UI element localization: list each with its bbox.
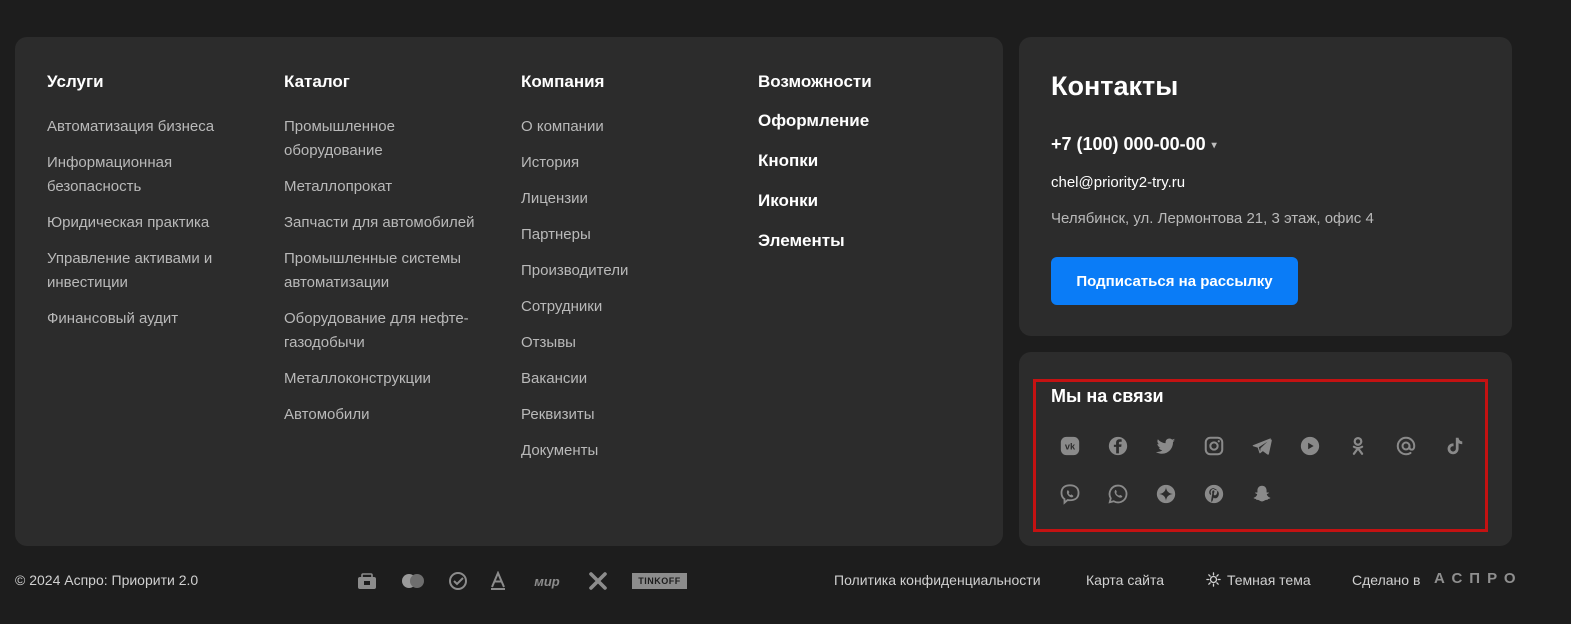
sbp-icon [448, 570, 468, 592]
services-link[interactable]: Финансовый аудит [47, 307, 257, 331]
company-link[interactable]: О компании [521, 115, 731, 139]
company-link[interactable]: История [521, 151, 731, 175]
theme-label[interactable]: Темная тема [1227, 572, 1311, 588]
catalog-link[interactable]: Автомобили [284, 403, 489, 427]
features-link[interactable]: Кнопки [758, 149, 968, 173]
sun-icon [1206, 572, 1221, 590]
company-link[interactable]: Партнеры [521, 223, 731, 247]
contacts-panel: Контакты +7 (100) 000-00-00 ▾ chel@priori… [1019, 37, 1512, 336]
phone-number[interactable]: +7 (100) 000-00-00 [1051, 134, 1206, 154]
pinterest-icon[interactable] [1200, 480, 1228, 508]
privacy-link[interactable]: Политика конфиденциальности [834, 572, 1041, 588]
social-title: Мы на связи [1051, 386, 1164, 406]
catalog-link[interactable]: Металлопрокат [284, 175, 489, 199]
svg-text:vk: vk [1065, 442, 1076, 452]
odnoklassniki-icon[interactable] [1344, 432, 1372, 460]
social-panel: Мы на связи vk [1019, 352, 1512, 546]
visa-icon [357, 570, 377, 592]
instagram-icon[interactable] [1200, 432, 1228, 460]
snapchat-icon[interactable] [1248, 480, 1276, 508]
address-text: Челябинск, ул. Лермонтова 21, 3 этаж, оф… [1051, 210, 1374, 227]
subscribe-button[interactable]: Подписаться на рассылку [1051, 257, 1298, 305]
services-link[interactable]: Информационная безопасность [47, 151, 257, 199]
footer-links-panel: Услуги Автоматизация бизнеса Информацион… [15, 37, 1003, 546]
theme-toggle[interactable]: Темная тема [1206, 572, 1311, 590]
whatsapp-icon[interactable] [1104, 480, 1132, 508]
tiktok-icon[interactable] [1440, 432, 1468, 460]
alfa-icon [490, 570, 506, 592]
catalog-link[interactable]: Запчасти для автомобилей [284, 211, 489, 235]
catalog-link[interactable]: Промышленное оборудование [284, 115, 489, 163]
copyright-text: © 2024 Аспро: Приорити 2.0 [15, 572, 199, 588]
contacts-title: Контакты [1051, 71, 1179, 101]
youtube-icon[interactable] [1296, 432, 1324, 460]
features-link[interactable]: Иконки [758, 189, 968, 213]
company-link[interactable]: Сотрудники [521, 295, 731, 319]
services-link[interactable]: Управление активами и инвестиции [47, 247, 257, 295]
features-link[interactable]: Оформление [758, 109, 968, 133]
company-heading[interactable]: Компания [521, 69, 731, 95]
features-heading[interactable]: Возможности [758, 69, 968, 95]
made-by-text: Сделано в [1352, 572, 1421, 588]
company-column: Компания О компании История Лицензии Пар… [521, 69, 731, 475]
facebook-icon[interactable] [1104, 432, 1132, 460]
mir-logo: мир [534, 573, 560, 589]
services-column: Услуги Автоматизация бизнеса Информацион… [47, 69, 257, 343]
email-link[interactable]: chel@priority2-try.ru [1051, 174, 1185, 191]
services-heading[interactable]: Услуги [47, 69, 257, 95]
services-link[interactable]: Юридическая практика [47, 211, 257, 235]
sitemap-link[interactable]: Карта сайта [1086, 572, 1164, 588]
telegram-icon[interactable] [1248, 432, 1276, 460]
services-link[interactable]: Автоматизация бизнеса [47, 115, 257, 139]
catalog-link[interactable]: Промышленные системы автоматизации [284, 247, 489, 295]
twitter-icon[interactable] [1152, 432, 1180, 460]
catalog-link[interactable]: Оборудование для нефте-газодобычи [284, 307, 489, 355]
catalog-heading[interactable]: Каталог [284, 69, 489, 95]
aspro-logo[interactable]: АСПРО [1434, 570, 1523, 587]
zen-icon[interactable] [1152, 480, 1180, 508]
catalog-link[interactable]: Металлоконструкции [284, 367, 489, 391]
company-link[interactable]: Реквизиты [521, 403, 731, 427]
company-link[interactable]: Отзывы [521, 331, 731, 355]
catalog-column: Каталог Промышленное оборудование Металл… [284, 69, 489, 439]
mastercard-icon [400, 570, 426, 592]
features-link[interactable]: Элементы [758, 229, 968, 253]
company-link[interactable]: Лицензии [521, 187, 731, 211]
company-link[interactable]: Производители [521, 259, 731, 283]
tinkoff-logo: TINKOFF [632, 573, 687, 589]
viber-icon[interactable] [1056, 480, 1084, 508]
mail-ru-icon[interactable] [1392, 432, 1420, 460]
footer-bar: © 2024 Аспро: Приорити 2.0 мир TINKOFF П… [0, 560, 1571, 604]
x-logo-icon [588, 570, 608, 592]
company-link[interactable]: Вакансии [521, 367, 731, 391]
phone-link[interactable]: +7 (100) 000-00-00 ▾ [1051, 134, 1217, 155]
chevron-down-icon[interactable]: ▾ [1212, 140, 1217, 151]
company-link[interactable]: Документы [521, 439, 731, 463]
vk-icon[interactable]: vk [1056, 432, 1084, 460]
features-column: Возможности Оформление Кнопки Иконки Эле… [758, 69, 968, 269]
